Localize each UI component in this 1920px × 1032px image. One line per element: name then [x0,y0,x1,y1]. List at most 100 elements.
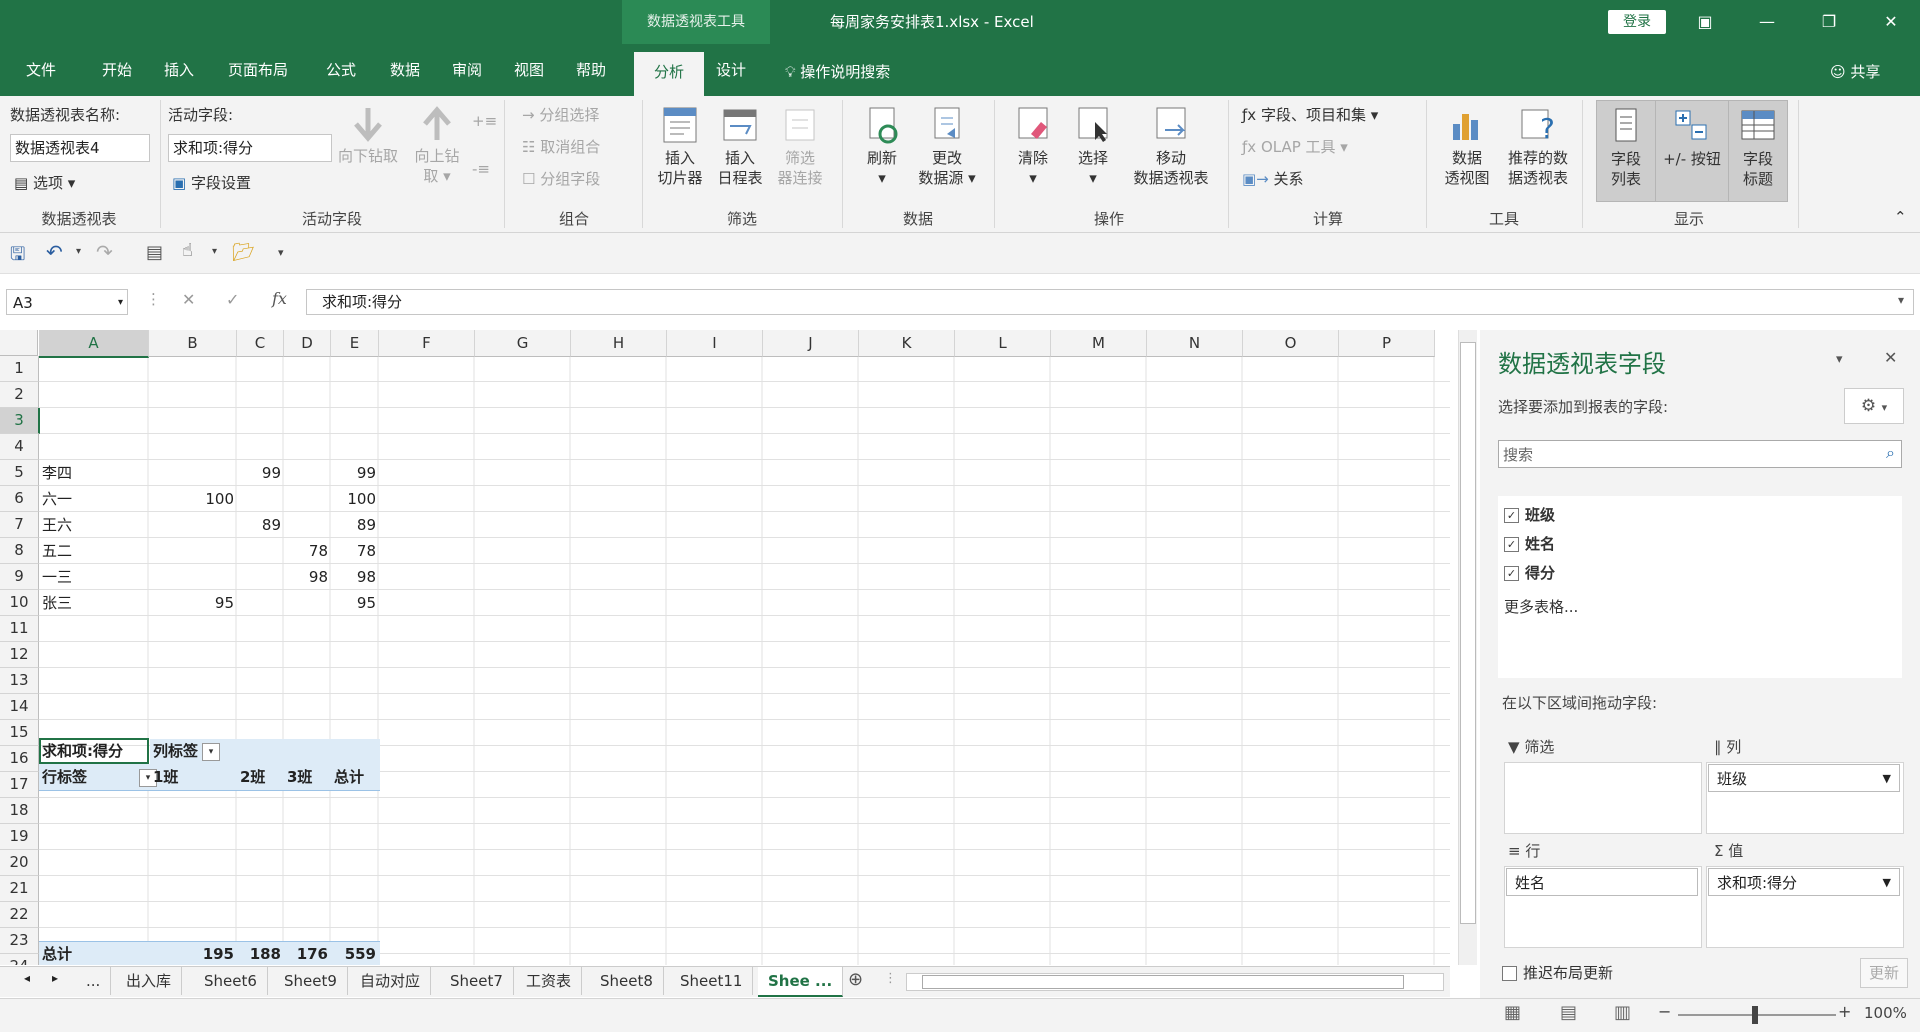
row-header-4[interactable]: 4 [0,434,39,460]
ungroup-button[interactable]: ☷ 取消组合 [522,136,600,157]
sheet-tab[interactable]: Shee ... [758,967,844,997]
row-header-5[interactable]: 5 [0,460,39,486]
touch-mode-icon[interactable]: ☝ [182,240,193,261]
page-break-view-icon[interactable]: ▥ [1614,1002,1631,1023]
worksheet-grid[interactable]: ABCDEFGHIJKLMNOP 1 2 3 4 5 6 7 8 9 10 11 12 13 14 15 16… [0,330,1450,965]
cell-b11[interactable]: 195 [150,942,238,965]
sheet-tab[interactable]: 出入库 [116,967,183,995]
cell-d4[interactable]: 3班 [287,765,312,790]
pivot-value-cell[interactable] [150,565,238,590]
cell-e11[interactable]: 559 [332,942,380,965]
field-item-class[interactable]: ✓ 班级 [1504,504,1555,525]
row-header-20[interactable]: 20 [0,850,39,876]
row-header-9[interactable]: 9 [0,564,39,590]
pivot-value-cell[interactable] [150,513,238,538]
field-headers-toggle[interactable]: 字段 标题 [1728,100,1788,202]
pivot-value-cell[interactable] [285,591,332,616]
insert-function-icon[interactable]: fx [272,289,287,308]
columns-field-chip[interactable]: 班级 ▼ [1708,764,1900,792]
chip-dropdown-icon[interactable]: ▼ [1883,869,1891,897]
row-header-12[interactable]: 12 [0,642,39,668]
row-header-6[interactable]: 6 [0,486,39,512]
formula-input[interactable] [306,289,1914,315]
field-list-toggle[interactable]: 字段 列表 [1596,100,1656,202]
row-header-24[interactable]: 24 [0,954,39,965]
row-header-13[interactable]: 13 [0,668,39,694]
pivot-value-cell[interactable] [285,513,332,538]
column-header-f[interactable]: F [379,330,475,357]
vertical-scroll-thumb[interactable] [1460,342,1476,924]
cell-d11[interactable]: 176 [285,942,332,965]
row-header-17[interactable]: 17 [0,772,39,798]
tab-insert[interactable]: 插入 [154,52,204,88]
normal-view-icon[interactable]: ▦ [1504,1002,1521,1023]
pivot-row-label[interactable]: 张三 [42,591,72,616]
defer-layout-update[interactable]: 推迟布局更新 [1502,962,1613,983]
sheet-tab[interactable]: Sheet9 [274,967,348,995]
tab-formulas[interactable]: 公式 [316,52,366,88]
row-header-18[interactable]: 18 [0,798,39,824]
sheet-tab[interactable]: 自动对应 [350,967,432,995]
pivot-value-cell[interactable] [150,461,238,486]
horizontal-scroll-thumb[interactable] [922,975,1404,989]
ribbon-display-options-icon[interactable]: ▣ [1676,0,1734,44]
pivot-row-label[interactable]: 五二 [42,539,72,564]
fields-items-sets-button[interactable]: ƒx 字段、项目和集 ▾ [1242,104,1378,125]
print-layout-icon[interactable]: ▤ [146,242,163,263]
customize-qat-icon[interactable]: ▾ [278,246,284,259]
tab-analyze[interactable]: 分析 [634,52,704,96]
checkbox-unchecked-icon[interactable] [1502,966,1517,981]
tab-home[interactable]: 开始 [92,52,142,88]
tools-gear-button[interactable]: ⚙ ▾ [1844,388,1904,424]
column-header-i[interactable]: I [667,330,763,357]
pane-options-dropdown-icon[interactable]: ▾ [1836,352,1843,367]
sheet-tab[interactable]: 工资表 [516,967,583,995]
page-layout-view-icon[interactable]: ▤ [1560,1002,1577,1023]
column-header-e[interactable]: E [331,330,379,357]
group-field-button[interactable]: ☐ 分组字段 [522,168,600,189]
cell-b4[interactable]: 1班 [153,765,178,790]
options-button[interactable]: ▤ 选项 ▾ [14,172,75,193]
touch-dropdown-icon[interactable]: ▾ [212,246,217,257]
collapse-ribbon-icon[interactable]: ⌃ [1894,208,1907,226]
tab-split-icon[interactable]: ⋮ [884,971,897,986]
checkbox-checked-icon[interactable]: ✓ [1504,537,1519,552]
zoom-out-icon[interactable]: − [1658,1002,1671,1021]
zoom-level[interactable]: 100% [1864,1004,1907,1022]
refresh-button[interactable]: 刷新 ▾ [852,104,912,188]
column-header-h[interactable]: H [571,330,667,357]
more-tables-link[interactable]: 更多表格... [1504,596,1578,617]
pivotchart-button[interactable]: 数据 透视图 [1436,104,1498,188]
pane-close-icon[interactable]: ✕ [1884,348,1897,367]
column-filter-dropdown-icon[interactable]: ▾ [202,742,221,761]
login-button[interactable]: 登录 [1608,10,1666,34]
pivot-value-cell[interactable]: 89 [238,513,285,538]
sheet-tab[interactable]: Sheet8 [590,967,664,995]
new-sheet-icon[interactable]: ⊕ [848,969,863,990]
column-header-a[interactable]: A [39,330,149,358]
pivot-value-cell[interactable]: 100 [332,487,380,512]
rows-field-chip[interactable]: 姓名 [1506,868,1698,896]
row-header-11[interactable]: 11 [0,616,39,642]
pivot-value-cell[interactable] [150,539,238,564]
pivot-value-cell[interactable]: 78 [332,539,380,564]
row-header-1[interactable]: 1 [0,356,39,382]
relationships-button[interactable]: ▣→ 关系 [1242,168,1304,189]
zoom-slider-thumb[interactable] [1752,1006,1758,1024]
pivot-value-cell[interactable]: 89 [332,513,380,538]
column-header-l[interactable]: L [955,330,1051,357]
olap-tools-button[interactable]: ƒx OLAP 工具 ▾ [1242,136,1348,157]
cancel-icon[interactable]: ✕ [182,290,195,309]
row-header-10[interactable]: 10 [0,590,39,616]
group-selection-button[interactable]: → 分组选择 [522,104,599,125]
share-button[interactable]: ☺ 共享 [1830,52,1880,92]
tab-data[interactable]: 数据 [380,52,430,88]
pivot-value-cell[interactable]: 99 [332,461,380,486]
close-window-icon[interactable]: ✕ [1862,0,1920,44]
field-settings-button[interactable]: ▣ 字段设置 [172,172,251,193]
pivot-value-cell[interactable]: 95 [150,591,238,616]
cell-a4[interactable]: 行标签 ▾ [42,765,158,790]
collapse-field-icon[interactable]: -≡ [472,160,490,178]
pivot-row-label[interactable]: 六一 [42,487,72,512]
tell-me-search[interactable]: 💡︎ 操作说明搜索 [785,52,890,92]
